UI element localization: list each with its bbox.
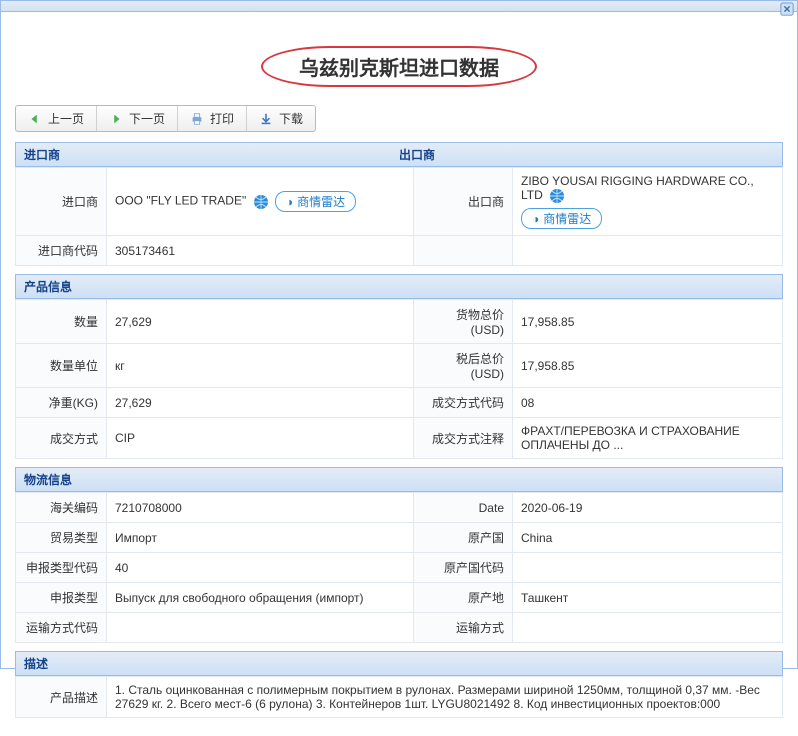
print-button[interactable]: 打印	[178, 106, 247, 131]
radar-icon: ◑	[532, 212, 539, 226]
page-title: 乌兹别克斯坦进口数据	[15, 46, 783, 87]
decl-type-label: 申报类型	[16, 583, 107, 613]
trader-section-header: 进口商 出口商	[15, 142, 783, 167]
goods-total-label: 货物总价 (USD)	[414, 300, 513, 344]
after-tax-value: 17,958.85	[513, 344, 783, 388]
transport-label: 运输方式	[414, 613, 513, 643]
table-row: 海关编码 7210708000 Date 2020-06-19	[16, 493, 783, 523]
importer-name: OOO "FLY LED TRADE"	[115, 194, 246, 208]
deal-desc-label: 成交方式注释	[414, 418, 513, 459]
product-table: 数量 27,629 货物总价 (USD) 17,958.85 数量单位 кг 税…	[15, 299, 783, 459]
exporter-cell: ZIBO YOUSAI RIGGING HARDWARE CO., LTD ◑ …	[513, 168, 783, 236]
radar-label: 商情雷达	[297, 193, 345, 210]
window-titlebar	[1, 1, 797, 12]
deal-desc-value: ФРАХТ/ПЕРЕВОЗКА И СТРАХОВАНИЕ ОПЛАЧЕНЫ Д…	[513, 418, 783, 459]
decl-code-label: 申报类型代码	[16, 553, 107, 583]
table-row: 进口商代码 305173461	[16, 236, 783, 266]
arrow-left-icon	[28, 112, 42, 126]
table-row: 申报类型 Выпуск для свободного обращения (им…	[16, 583, 783, 613]
transport-code-label: 运输方式代码	[16, 613, 107, 643]
product-section-header: 产品信息	[15, 274, 783, 299]
importer-label: 进口商	[16, 168, 107, 236]
exporter-header: 出口商	[399, 146, 774, 163]
trade-type-label: 贸易类型	[16, 523, 107, 553]
origin-code-label: 原产国代码	[414, 553, 513, 583]
globe-icon[interactable]	[253, 194, 269, 210]
description-table: 产品描述 1. Сталь оцинкованная с полимерным …	[15, 676, 783, 718]
importer-code: 305173461	[107, 236, 414, 266]
trader-table: 进口商 OOO "FLY LED TRADE" ◑ 商情雷达 出口商 ZIBO …	[15, 167, 783, 266]
prev-label: 上一页	[48, 110, 84, 127]
radar-button[interactable]: ◑ 商情雷达	[521, 208, 602, 229]
arrow-right-icon	[109, 112, 123, 126]
qty-label: 数量	[16, 300, 107, 344]
after-tax-label: 税后总价 (USD)	[414, 344, 513, 388]
table-row: 产品描述 1. Сталь оцинкованная с полимерным …	[16, 677, 783, 718]
deal-type-value: CIP	[107, 418, 414, 459]
table-row: 成交方式 CIP 成交方式注释 ФРАХТ/ПЕРЕВОЗКА И СТРАХО…	[16, 418, 783, 459]
decl-type-value: Выпуск для свободного обращения (импорт)	[107, 583, 414, 613]
importer-header: 进口商	[24, 146, 399, 163]
toolbar: 上一页 下一页 打印 下载	[15, 105, 316, 132]
download-button[interactable]: 下载	[247, 106, 315, 131]
origin-country-label: 原产国	[414, 523, 513, 553]
exporter-label: 出口商	[414, 168, 513, 236]
net-wt-label: 净重(KG)	[16, 388, 107, 418]
importer-cell: OOO "FLY LED TRADE" ◑ 商情雷达	[107, 168, 414, 236]
download-icon	[259, 112, 273, 126]
net-wt-value: 27,629	[107, 388, 414, 418]
table-row: 数量 27,629 货物总价 (USD) 17,958.85	[16, 300, 783, 344]
importer-code-label: 进口商代码	[16, 236, 107, 266]
printer-icon	[190, 112, 204, 126]
table-row: 贸易类型 Импорт 原产国 China	[16, 523, 783, 553]
download-label: 下载	[279, 110, 303, 127]
next-label: 下一页	[129, 110, 165, 127]
prev-button[interactable]: 上一页	[16, 106, 97, 131]
globe-icon[interactable]	[549, 188, 565, 204]
close-icon[interactable]	[780, 2, 794, 16]
transport-value	[513, 613, 783, 643]
qty-unit-value: кг	[107, 344, 414, 388]
origin-country-value: China	[513, 523, 783, 553]
desc-label: 产品描述	[16, 677, 107, 718]
table-row: 申报类型代码 40 原产国代码	[16, 553, 783, 583]
date-label: Date	[414, 493, 513, 523]
page-title-text: 乌兹别克斯坦进口数据	[261, 46, 537, 87]
hs-label: 海关编码	[16, 493, 107, 523]
modal-window: 乌兹别克斯坦进口数据 上一页 下一页 打印 下载 进口商 出口商	[0, 0, 798, 669]
table-row: 进口商 OOO "FLY LED TRADE" ◑ 商情雷达 出口商 ZIBO …	[16, 168, 783, 236]
print-label: 打印	[210, 110, 234, 127]
radar-button[interactable]: ◑ 商情雷达	[275, 191, 356, 212]
desc-value: 1. Сталь оцинкованная с полимерным покры…	[107, 677, 783, 718]
deal-type-label: 成交方式	[16, 418, 107, 459]
date-value: 2020-06-19	[513, 493, 783, 523]
next-button[interactable]: 下一页	[97, 106, 178, 131]
qty-unit-label: 数量单位	[16, 344, 107, 388]
origin-place-label: 原产地	[414, 583, 513, 613]
table-row: 净重(KG) 27,629 成交方式代码 08	[16, 388, 783, 418]
logistics-section-header: 物流信息	[15, 467, 783, 492]
transport-code-value	[107, 613, 414, 643]
radar-label: 商情雷达	[543, 210, 591, 227]
decl-code-value: 40	[107, 553, 414, 583]
table-row: 数量单位 кг 税后总价 (USD) 17,958.85	[16, 344, 783, 388]
origin-code-value	[513, 553, 783, 583]
origin-place-value: Ташкент	[513, 583, 783, 613]
logistics-table: 海关编码 7210708000 Date 2020-06-19 贸易类型 Имп…	[15, 492, 783, 643]
trade-type-value: Импорт	[107, 523, 414, 553]
goods-total-value: 17,958.85	[513, 300, 783, 344]
radar-icon: ◑	[286, 195, 293, 209]
hs-value: 7210708000	[107, 493, 414, 523]
table-row: 运输方式代码 运输方式	[16, 613, 783, 643]
description-section-header: 描述	[15, 651, 783, 676]
deal-code-label: 成交方式代码	[414, 388, 513, 418]
deal-code-value: 08	[513, 388, 783, 418]
qty-value: 27,629	[107, 300, 414, 344]
